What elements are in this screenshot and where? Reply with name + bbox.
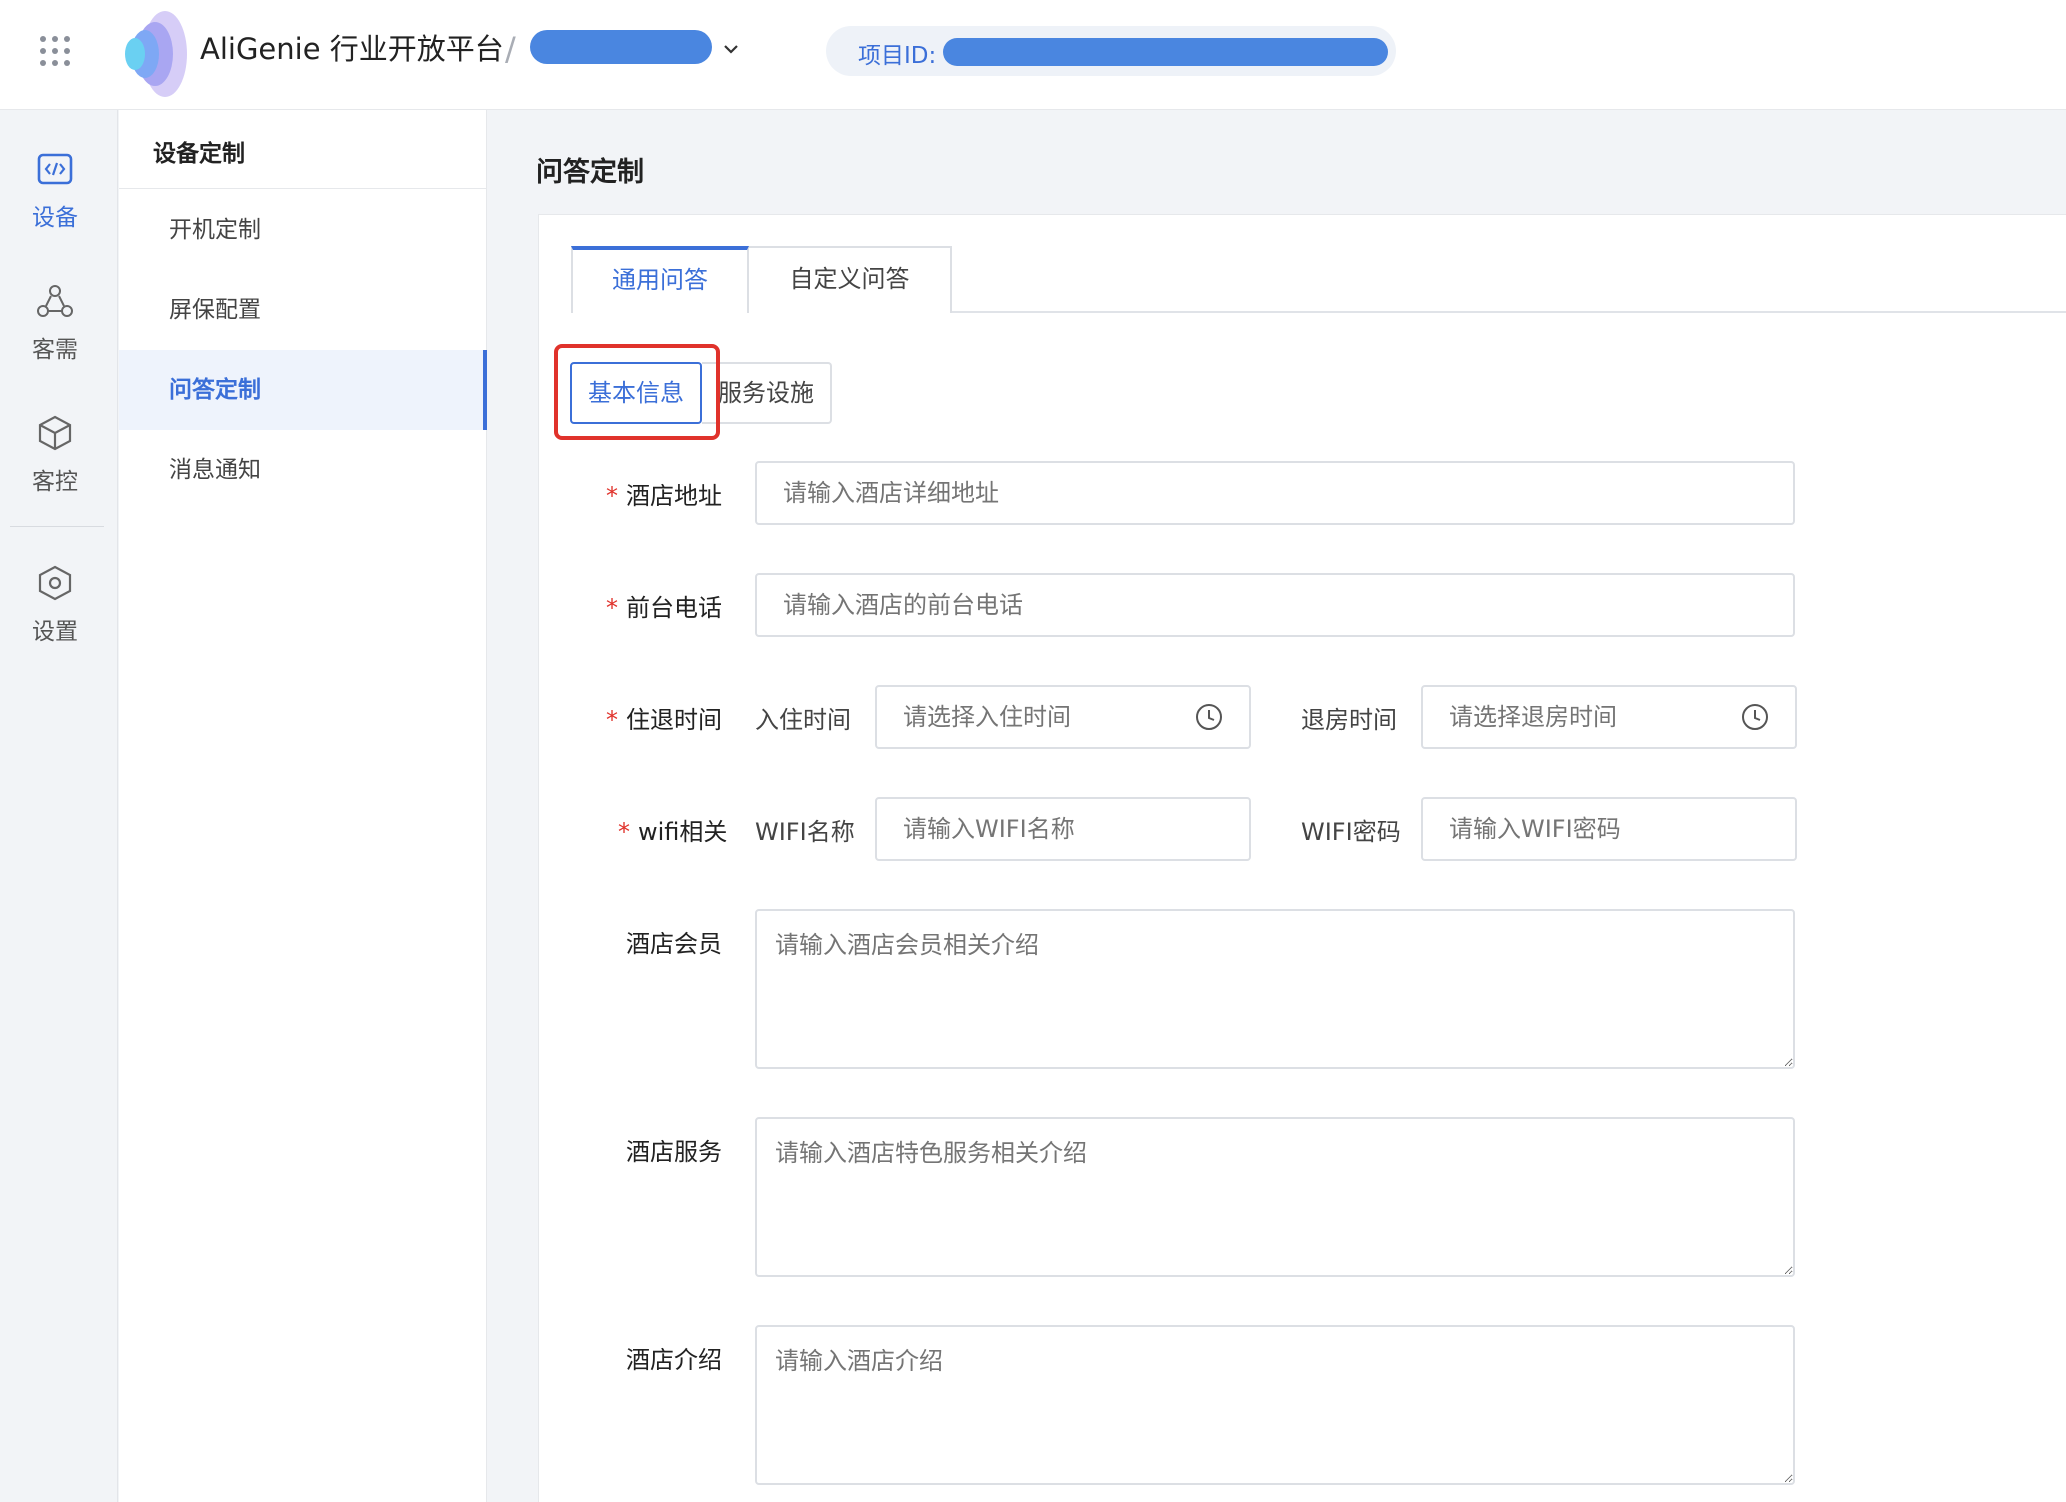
chevron-down-icon[interactable]	[722, 40, 740, 58]
apps-grid-icon[interactable]	[40, 36, 72, 68]
wifi-name-input[interactable]	[875, 797, 1251, 861]
left-rail: 设备 客需 客控 设置	[0, 110, 118, 1502]
rail-item-room-control[interactable]: 客控	[0, 414, 110, 496]
membership-textarea[interactable]	[755, 909, 1795, 1069]
top-header: AliGenie 行业开放平台 / 项目ID:	[0, 0, 2066, 110]
intro-label: 酒店介绍	[626, 1346, 722, 1374]
checkout-time-label: 退房时间	[1301, 706, 1397, 734]
project-selector-redacted[interactable]	[530, 30, 712, 64]
checkin-out-label-text: 住退时间	[626, 706, 722, 734]
address-input[interactable]	[755, 461, 1795, 525]
rail-item-device[interactable]: 设备	[0, 150, 110, 232]
rail-label: 设备	[32, 205, 78, 231]
services-textarea[interactable]	[755, 1117, 1795, 1277]
wifi-label-text: wifi相关	[638, 818, 728, 846]
cube-icon	[38, 415, 72, 451]
rail-label: 设置	[32, 619, 78, 645]
address-label: * 酒店地址	[606, 476, 722, 511]
secondary-sidebar: 设备定制 开机定制 屏保配置 问答定制 消息通知	[119, 110, 487, 1502]
subnav-item-boot[interactable]: 开机定制	[119, 190, 487, 270]
code-device-icon	[37, 153, 73, 185]
rail-divider	[10, 526, 104, 527]
required-mark: *	[606, 706, 618, 734]
phone-label-text: 前台电话	[626, 594, 722, 622]
hex-settings-icon	[38, 565, 72, 601]
checkin-time-label: 入住时间	[755, 706, 851, 734]
address-label-text: 酒店地址	[626, 482, 722, 510]
phone-input[interactable]	[755, 573, 1795, 637]
page-title: 问答定制	[536, 157, 644, 188]
subtab-facilities[interactable]: 服务设施	[702, 362, 832, 424]
subnav-item-screensaver[interactable]: 屏保配置	[119, 270, 487, 350]
rail-item-customer-needs[interactable]: 客需	[0, 282, 110, 364]
highlight-box	[554, 344, 720, 440]
aligenie-logo	[125, 11, 187, 97]
project-id-label: 项目ID:	[858, 43, 937, 69]
services-label: 酒店服务	[626, 1138, 722, 1166]
required-mark: *	[606, 594, 618, 622]
subnav-divider	[119, 188, 487, 189]
membership-label: 酒店会员	[626, 930, 722, 958]
checkin-out-label: * 住退时间	[606, 700, 722, 735]
brand-title: AliGenie 行业开放平台	[200, 32, 504, 66]
subnav-item-qa[interactable]: 问答定制	[119, 350, 487, 430]
clock-icon	[1196, 704, 1222, 730]
phone-label: * 前台电话	[606, 588, 722, 623]
wifi-name-label: WIFI名称	[755, 818, 855, 846]
wifi-password-label: WIFI密码	[1301, 818, 1401, 846]
tab-general-qa[interactable]: 通用问答	[571, 246, 749, 313]
people-network-icon	[37, 285, 73, 317]
tab-custom-qa[interactable]: 自定义问答	[749, 246, 952, 313]
wifi-label: * wifi相关	[618, 812, 727, 847]
rail-label: 客需	[32, 337, 78, 363]
breadcrumb-separator: /	[505, 30, 516, 68]
clock-icon	[1742, 704, 1768, 730]
rail-item-settings[interactable]: 设置	[0, 564, 110, 646]
subnav-item-notification[interactable]: 消息通知	[119, 430, 487, 510]
project-id-redacted	[943, 38, 1388, 66]
required-mark: *	[618, 818, 630, 846]
intro-textarea[interactable]	[755, 1325, 1795, 1485]
required-mark: *	[606, 482, 618, 510]
wifi-password-input[interactable]	[1421, 797, 1797, 861]
rail-label: 客控	[32, 469, 78, 495]
subnav-title: 设备定制	[153, 141, 245, 167]
